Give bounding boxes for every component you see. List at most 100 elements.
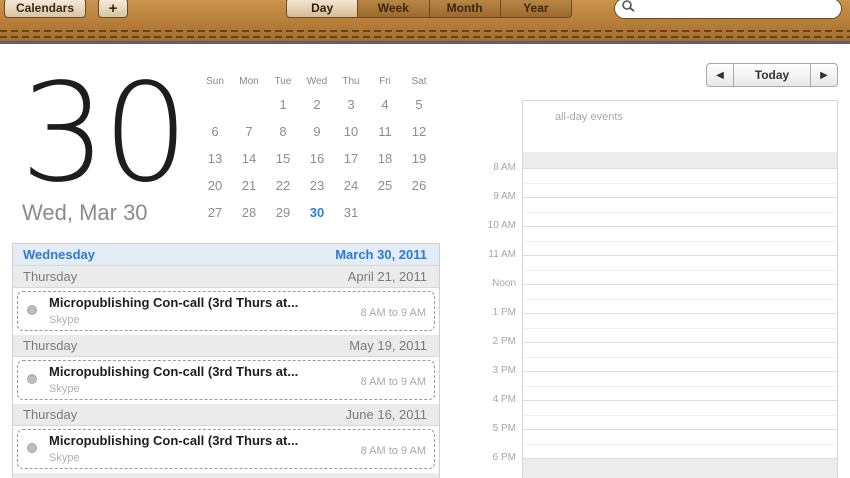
hour-label: Noon (492, 278, 516, 289)
hour-label: 6 PM (492, 452, 516, 463)
previous-day-button[interactable]: ◀ (707, 64, 733, 86)
mini-calendar-day[interactable]: 23 (300, 178, 334, 193)
mini-calendar-day[interactable]: 26 (402, 178, 436, 193)
add-event-button[interactable]: + (98, 0, 128, 18)
mini-calendar-day[interactable]: 12 (402, 124, 436, 139)
group-date: April 21, 2011 (347, 269, 427, 284)
hour-label: 1 PM (492, 307, 516, 318)
half-hour-gridline (523, 472, 837, 474)
hour-gridline (523, 400, 837, 401)
mini-calendar-day[interactable]: 19 (402, 151, 436, 166)
full-date-label: Wed, Mar 30 (22, 200, 148, 225)
mini-calendar-day[interactable]: 9 (300, 124, 334, 139)
mini-calendar-day[interactable]: 21 (232, 178, 266, 193)
big-day-number: 30 (20, 55, 189, 213)
hour-gridline (523, 429, 837, 430)
mini-calendar-day[interactable]: 18 (368, 151, 402, 166)
mini-calendar-day[interactable]: 27 (198, 205, 232, 220)
weekday-label: Fri (379, 76, 391, 87)
mini-calendar-day[interactable]: 31 (334, 205, 368, 220)
mini-calendar-weekdays: Sun Mon Tue Wed Thu Fri Sat (198, 76, 438, 87)
mini-calendar-day[interactable]: 24 (334, 178, 368, 193)
half-hour-gridline (523, 182, 837, 184)
next-day-button[interactable]: ▶ (811, 64, 837, 86)
event-title: Micropublishing Con-call (3rd Thurs at..… (49, 364, 299, 379)
mini-calendar-day[interactable]: 15 (266, 151, 300, 166)
event-list: Wednesday March 30, 2011 Thursday April 2… (12, 243, 440, 478)
event-location: Skype (49, 452, 80, 464)
mini-calendar-day[interactable]: 10 (334, 124, 368, 139)
hour-gridline (523, 342, 837, 343)
view-tab-month[interactable]: Month (428, 0, 500, 17)
today-date: March 30, 2011 (335, 247, 427, 262)
mini-calendar-day[interactable]: 14 (232, 151, 266, 166)
date-group-header: Thursday June 16, 2011 (13, 404, 439, 426)
date-group-header: Thursday April 21, 2011 (13, 266, 439, 288)
event-title: Micropublishing Con-call (3rd Thurs at..… (49, 295, 299, 310)
weekday-label: Sun (206, 76, 224, 87)
day-time-grid[interactable] (522, 152, 838, 478)
hour-label: 10 AM (487, 220, 516, 231)
mini-calendar-day[interactable]: 28 (232, 205, 266, 220)
weekday-label: Tue (274, 76, 292, 87)
event-title: Micropublishing Con-call (3rd Thurs at..… (49, 433, 299, 448)
view-tab-week[interactable]: Week (357, 0, 429, 17)
all-day-events-area[interactable]: all-day events (522, 100, 838, 152)
mini-calendar-day[interactable]: 25 (368, 178, 402, 193)
mini-calendar-day[interactable]: 7 (232, 124, 266, 139)
view-tab-year[interactable]: Year (499, 0, 571, 17)
today-button[interactable]: Today (733, 64, 811, 86)
half-hour-gridline (523, 240, 837, 242)
half-hour-gridline (523, 356, 837, 358)
today-header[interactable]: Wednesday March 30, 2011 (13, 244, 439, 266)
hour-label: 5 PM (492, 423, 516, 434)
weekday-label: Sat (411, 76, 427, 87)
mini-calendar-day[interactable]: 20 (198, 178, 232, 193)
event-item[interactable]: Micropublishing Con-call (3rd Thurs at..… (17, 291, 435, 331)
group-weekday: Thursday (23, 269, 78, 284)
hour-label: 2 PM (492, 336, 516, 347)
mini-calendar-day[interactable]: 8 (266, 124, 300, 139)
mini-calendar-day[interactable]: 16 (300, 151, 334, 166)
mini-calendar-day[interactable]: 30 (300, 205, 334, 220)
group-weekday: Thursday (23, 338, 78, 353)
mini-calendar-day[interactable]: 17 (334, 151, 368, 166)
view-tab-day[interactable]: Day (287, 0, 358, 17)
group-weekday: Thursday (23, 407, 78, 422)
half-hour-gridline (523, 327, 837, 329)
mini-calendar-day[interactable]: 1 (266, 97, 300, 112)
event-item[interactable]: Micropublishing Con-call (3rd Thurs at..… (17, 360, 435, 400)
mini-calendar-day[interactable]: 13 (198, 151, 232, 166)
hour-gridline (523, 371, 837, 372)
mini-calendar-day[interactable]: 2 (300, 97, 334, 112)
mini-calendar-day[interactable]: 6 (198, 124, 232, 139)
off-hours-shade (523, 152, 837, 168)
half-hour-gridline (523, 211, 837, 213)
mini-calendar-day[interactable]: 3 (334, 97, 368, 112)
event-time: 8 AM to 9 AM (360, 307, 426, 319)
hour-gridline (523, 458, 837, 459)
hour-gridline (523, 255, 837, 256)
hour-label: 4 PM (492, 394, 516, 405)
mini-calendar-day[interactable]: 22 (266, 178, 300, 193)
weekday-label: Mon (239, 76, 259, 87)
calendar-color-dot (27, 305, 37, 315)
calendars-button[interactable]: Calendars (4, 0, 86, 18)
mini-calendar-days: 1 2 3 4 5 6 7 8 9 10 11 12 13 14 15 16 17 18 19 20 21 22 23 24 2… (198, 91, 438, 226)
half-hour-gridline (523, 385, 837, 387)
hour-label: 8 AM (493, 162, 516, 173)
mini-calendar-day[interactable]: 29 (266, 205, 300, 220)
half-hour-gridline (523, 414, 837, 416)
mini-calendar-day[interactable]: 11 (368, 124, 402, 139)
hour-gridline (523, 197, 837, 198)
event-item[interactable]: Micropublishing Con-call (3rd Thurs at..… (17, 429, 435, 469)
mini-calendar-day[interactable]: 5 (402, 97, 436, 112)
mini-calendar: Sun Mon Tue Wed Thu Fri Sat 1 2 3 4 5 6 7 8 9 10 11 12 13 1… (198, 76, 438, 226)
calendar-color-dot (27, 443, 37, 453)
day-navigation: ◀ Today ▶ (706, 63, 838, 87)
hour-gridline (523, 168, 837, 169)
event-time: 8 AM to 9 AM (360, 376, 426, 388)
event-location: Skype (49, 314, 80, 326)
search-field[interactable] (614, 0, 842, 19)
mini-calendar-day[interactable]: 4 (368, 97, 402, 112)
